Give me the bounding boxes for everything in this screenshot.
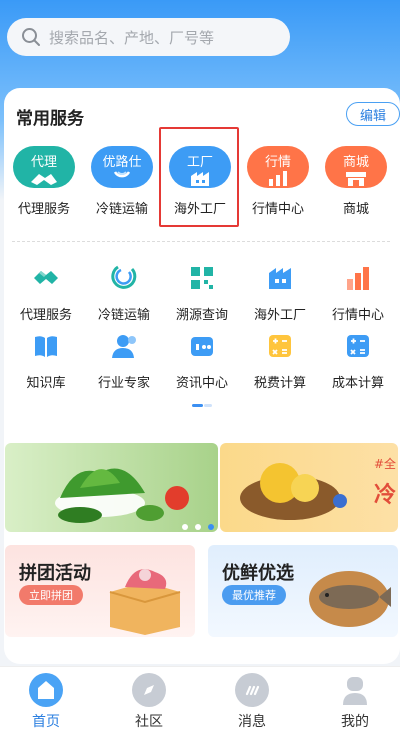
banner-headline: 冷	[373, 483, 396, 508]
promo-title: 拼团活动	[19, 563, 91, 584]
group-buy-button[interactable]: 立即拼团	[19, 585, 83, 605]
favorite-mall[interactable]: 商城 商城	[318, 146, 394, 217]
grid-item-cost[interactable]: 成本计算	[320, 332, 396, 391]
tab-label: 首页	[32, 714, 60, 730]
pill-agency: 代理	[13, 146, 75, 188]
carousel-dots	[182, 515, 221, 534]
cold-chain-icon	[113, 171, 131, 178]
pill-label: 代理	[30, 155, 57, 170]
favorite-label: 行情中心	[251, 202, 304, 217]
favorite-label: 冷链运输	[95, 202, 148, 217]
grid-item-tax[interactable]: 税费计算	[242, 332, 318, 391]
tab-label: 社区	[135, 714, 163, 730]
expert-icon	[112, 335, 136, 358]
favorite-agency[interactable]: 代理 代理服务	[6, 146, 82, 217]
promo-fresh-pick[interactable]: 优鲜优选 最优推荐	[208, 545, 398, 637]
pill-label: 优路仕	[102, 155, 142, 170]
grid-item-expert[interactable]: 行业专家	[86, 332, 162, 391]
cold-chain-icon	[111, 265, 137, 289]
book-icon	[35, 336, 57, 357]
favorite-cold-chain[interactable]: 优路仕 冷链运输	[84, 146, 160, 217]
grid-item-label: 海外工厂	[253, 308, 306, 323]
grid-item-factory[interactable]: 海外工厂	[242, 264, 318, 323]
grid-item-label: 成本计算	[331, 376, 384, 391]
grid-item-label: 知识库	[26, 376, 66, 391]
tab-profile[interactable]: 我的	[315, 673, 395, 730]
tab-home[interactable]: 首页	[6, 673, 86, 730]
tab-community[interactable]: 社区	[109, 673, 189, 730]
banner-tag: #全	[373, 457, 396, 471]
store-icon	[346, 172, 366, 186]
handshake-icon	[31, 174, 57, 185]
grid-page-indicator	[192, 404, 212, 407]
bar-chart-icon	[347, 267, 369, 290]
banner-fruit[interactable]: #全 冷	[220, 443, 398, 532]
grid-item-market[interactable]: 行情中心	[320, 264, 396, 323]
favorite-label: 商城	[342, 202, 369, 217]
grid-item-label: 冷链运输	[97, 308, 150, 323]
pill-label: 商城	[342, 155, 369, 170]
news-icon	[191, 337, 213, 356]
services-title: 常用服务	[16, 109, 84, 129]
user-icon	[338, 673, 372, 707]
highlight-box	[159, 127, 239, 227]
grid-item-agency[interactable]: 代理服务	[8, 264, 84, 323]
tax-calculator-icon	[269, 335, 291, 357]
home-icon	[29, 673, 63, 707]
fresh-pick-button[interactable]: 最优推荐	[222, 585, 286, 605]
handshake-icon	[34, 271, 58, 284]
grid-item-knowledge[interactable]: 知识库	[8, 332, 84, 391]
tab-label: 消息	[238, 714, 266, 730]
meat-box-illustration	[109, 569, 181, 635]
factory-icon	[269, 268, 291, 289]
bar-chart-icon	[269, 171, 287, 186]
cost-calculator-icon	[347, 335, 369, 357]
grid-item-news[interactable]: 资讯中心	[164, 332, 240, 391]
pill-mall: 商城	[325, 146, 387, 188]
grid-item-cold-chain[interactable]: 冷链运输	[86, 264, 162, 323]
grid-item-label: 行业专家	[97, 376, 150, 391]
search-icon	[22, 28, 40, 46]
grid-item-label: 行情中心	[331, 308, 384, 323]
grid-item-label: 税费计算	[253, 376, 306, 391]
qr-trace-icon	[191, 267, 213, 289]
favorite-label: 代理服务	[17, 202, 70, 217]
edit-button[interactable]: 编辑	[346, 102, 400, 126]
compass-icon	[132, 673, 166, 707]
grid-item-label: 代理服务	[19, 308, 72, 323]
bottom-tab-bar: 首页 社区 消息 我的	[0, 666, 400, 730]
search-input[interactable]: 搜索品名、产地、厂号等	[49, 27, 214, 48]
favorite-market[interactable]: 行情 行情中心	[240, 146, 316, 217]
chat-icon	[235, 673, 269, 707]
divider	[12, 241, 390, 242]
tab-messages[interactable]: 消息	[212, 673, 292, 730]
tab-label: 我的	[341, 714, 369, 730]
grid-item-label: 资讯中心	[175, 376, 228, 391]
grid-item-label: 溯源查询	[175, 308, 228, 323]
promo-title: 优鲜优选	[222, 563, 294, 584]
search-bar[interactable]: 搜索品名、产地、厂号等	[7, 18, 290, 56]
pill-market: 行情	[247, 146, 309, 188]
grid-item-trace[interactable]: 溯源查询	[164, 264, 240, 323]
pill-label: 行情	[264, 155, 291, 170]
fish-illustration	[309, 571, 391, 627]
pill-cold-chain: 优路仕	[91, 146, 153, 188]
promo-group-buy[interactable]: 拼团活动 立即拼团	[5, 545, 195, 637]
lemon-illustration	[240, 463, 347, 520]
